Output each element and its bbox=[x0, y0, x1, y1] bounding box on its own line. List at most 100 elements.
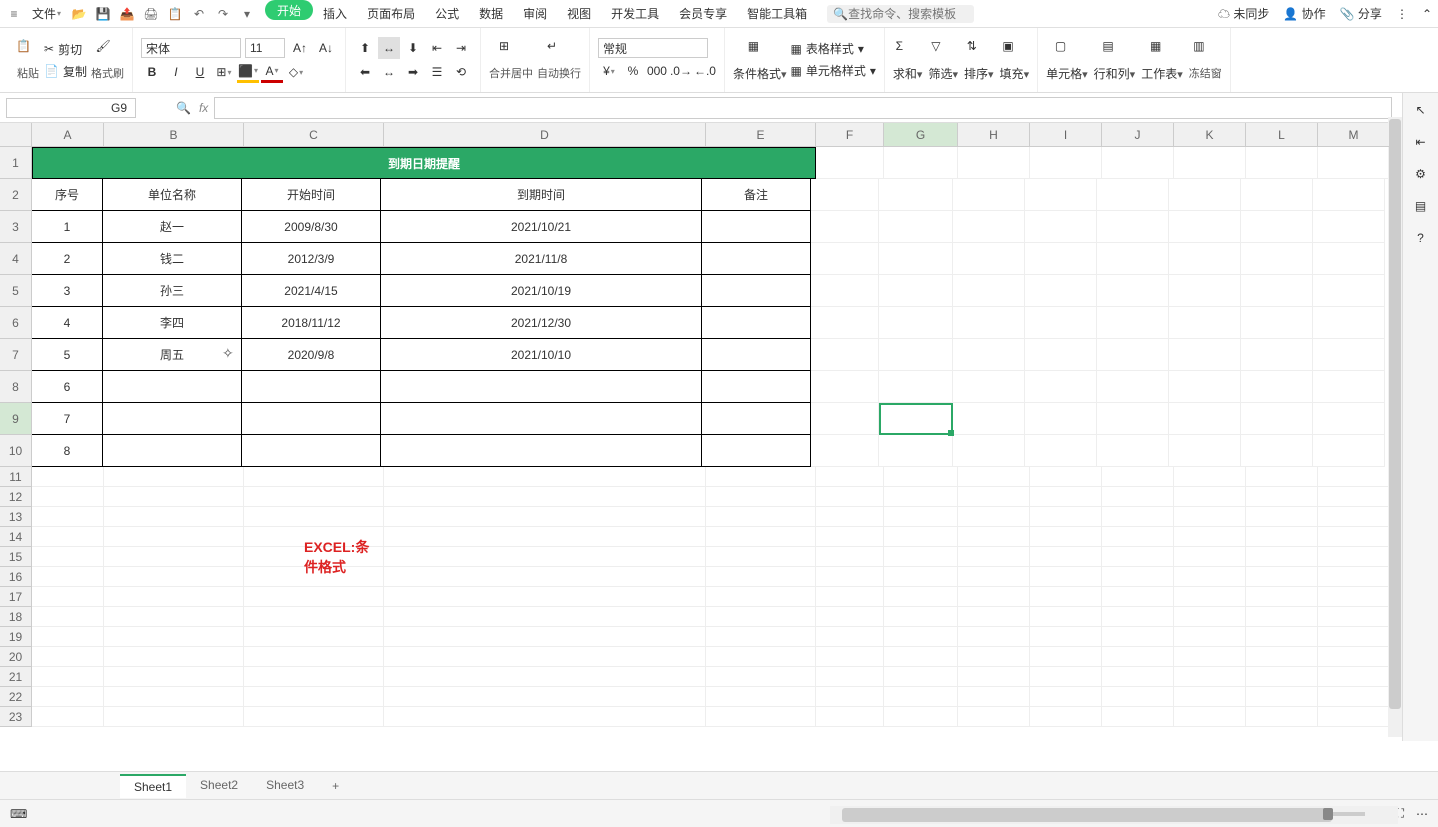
cell[interactable] bbox=[1097, 403, 1169, 435]
copy-button[interactable]: 📄复制 bbox=[44, 61, 87, 81]
cell[interactable] bbox=[953, 339, 1025, 371]
share-button[interactable]: 📎 分享 bbox=[1340, 5, 1382, 22]
row-header-21[interactable]: 21 bbox=[0, 667, 32, 687]
row-header-9[interactable]: 9 bbox=[0, 403, 32, 435]
cell[interactable] bbox=[1030, 147, 1102, 179]
cell[interactable] bbox=[1169, 435, 1241, 467]
row-header-11[interactable]: 11 bbox=[0, 467, 32, 487]
header-2[interactable]: 开始时间 bbox=[241, 178, 381, 211]
clear-format-button[interactable]: ◇▾ bbox=[285, 61, 307, 83]
data-7-3[interactable] bbox=[380, 434, 702, 467]
wrap-text-button[interactable]: ↵自动换行 bbox=[537, 39, 581, 81]
cell[interactable] bbox=[816, 627, 884, 647]
title-cell[interactable]: 到期日期提醒 bbox=[32, 147, 816, 179]
data-0-1[interactable]: 赵一 bbox=[102, 210, 242, 243]
cell[interactable] bbox=[384, 487, 706, 507]
col-header-H[interactable]: H bbox=[958, 123, 1030, 147]
cell[interactable] bbox=[1318, 507, 1390, 527]
cell[interactable] bbox=[879, 371, 953, 403]
cell[interactable] bbox=[384, 607, 706, 627]
panel-props-icon[interactable]: ▤ bbox=[1415, 199, 1426, 213]
cell[interactable] bbox=[384, 567, 706, 587]
sheet-tab-Sheet3[interactable]: Sheet3 bbox=[252, 774, 318, 798]
select-all-corner[interactable] bbox=[0, 123, 32, 147]
cell[interactable] bbox=[958, 467, 1030, 487]
cell[interactable] bbox=[706, 687, 816, 707]
cell[interactable] bbox=[811, 275, 879, 307]
cell[interactable] bbox=[811, 179, 879, 211]
file-menu[interactable]: 文件▾ bbox=[22, 0, 71, 27]
align-middle-icon[interactable]: ↔ bbox=[378, 37, 400, 59]
cell[interactable] bbox=[1097, 243, 1169, 275]
cell[interactable] bbox=[1102, 147, 1174, 179]
conditional-format-button[interactable]: ▦条件格式▾ bbox=[733, 39, 787, 82]
print-icon[interactable]: 🖨 bbox=[143, 6, 159, 22]
cell[interactable] bbox=[32, 567, 104, 587]
menu-会员专享[interactable]: 会员专享 bbox=[669, 0, 737, 27]
align-bottom-icon[interactable]: ⬇ bbox=[402, 37, 424, 59]
cell[interactable] bbox=[1030, 687, 1102, 707]
cell[interactable] bbox=[244, 587, 384, 607]
format-painter-button[interactable]: 🖌格式刷 bbox=[91, 39, 124, 81]
cell[interactable] bbox=[1030, 607, 1102, 627]
cell[interactable] bbox=[384, 687, 706, 707]
input-mode-icon[interactable]: ⌨ bbox=[10, 807, 27, 821]
header-4[interactable]: 备注 bbox=[701, 178, 811, 211]
paste-button[interactable]: 📋粘贴 bbox=[16, 39, 40, 81]
cell[interactable] bbox=[384, 647, 706, 667]
row-header-22[interactable]: 22 bbox=[0, 687, 32, 707]
panel-expand-icon[interactable]: ⇤ bbox=[1415, 135, 1425, 149]
cell[interactable] bbox=[1313, 339, 1385, 371]
cell[interactable] bbox=[1174, 587, 1246, 607]
cell[interactable] bbox=[816, 487, 884, 507]
more-status-icon[interactable]: ⋯ bbox=[1416, 807, 1428, 821]
cell[interactable] bbox=[706, 567, 816, 587]
cell[interactable] bbox=[104, 587, 244, 607]
data-4-4[interactable] bbox=[701, 338, 811, 371]
cell[interactable] bbox=[1318, 667, 1390, 687]
cell[interactable] bbox=[958, 707, 1030, 727]
cell[interactable] bbox=[884, 607, 958, 627]
cell[interactable] bbox=[884, 687, 958, 707]
row-header-5[interactable]: 5 bbox=[0, 275, 32, 307]
cell[interactable] bbox=[1313, 179, 1385, 211]
row-header-4[interactable]: 4 bbox=[0, 243, 32, 275]
cell[interactable] bbox=[244, 607, 384, 627]
row-header-19[interactable]: 19 bbox=[0, 627, 32, 647]
indent-inc-icon[interactable]: ⇥ bbox=[450, 37, 472, 59]
cell[interactable] bbox=[1313, 275, 1385, 307]
cell[interactable] bbox=[1246, 667, 1318, 687]
row-header-15[interactable]: 15 bbox=[0, 547, 32, 567]
panel-settings-icon[interactable]: ⚙ bbox=[1415, 167, 1426, 181]
cell[interactable] bbox=[1097, 371, 1169, 403]
cell[interactable] bbox=[1030, 467, 1102, 487]
cell[interactable] bbox=[1246, 707, 1318, 727]
data-6-1[interactable] bbox=[102, 402, 242, 435]
sort-button[interactable]: ⇅排序▾ bbox=[964, 39, 994, 82]
cell[interactable] bbox=[32, 607, 104, 627]
cell[interactable] bbox=[1030, 507, 1102, 527]
cell[interactable] bbox=[884, 147, 958, 179]
col-header-C[interactable]: C bbox=[244, 123, 384, 147]
row-header-20[interactable]: 20 bbox=[0, 647, 32, 667]
cell[interactable] bbox=[1318, 627, 1390, 647]
add-sheet-button[interactable]: + bbox=[318, 775, 353, 797]
indent-dec-icon[interactable]: ⇤ bbox=[426, 37, 448, 59]
sync-status[interactable]: ☁ 未同步 bbox=[1218, 5, 1269, 22]
cell[interactable] bbox=[1313, 243, 1385, 275]
cell[interactable] bbox=[811, 307, 879, 339]
cell[interactable] bbox=[32, 707, 104, 727]
cut-button[interactable]: ✂剪切 bbox=[44, 39, 87, 59]
bold-button[interactable]: B bbox=[141, 61, 163, 83]
cell[interactable] bbox=[1246, 527, 1318, 547]
col-header-F[interactable]: F bbox=[816, 123, 884, 147]
header-3[interactable]: 到期时间 bbox=[380, 178, 702, 211]
data-0-4[interactable] bbox=[701, 210, 811, 243]
filter-button[interactable]: ▽筛选▾ bbox=[928, 39, 958, 82]
cell[interactable] bbox=[244, 647, 384, 667]
row-header-6[interactable]: 6 bbox=[0, 307, 32, 339]
cell[interactable] bbox=[1025, 211, 1097, 243]
cell[interactable] bbox=[816, 507, 884, 527]
row-header-14[interactable]: 14 bbox=[0, 527, 32, 547]
cell[interactable] bbox=[32, 687, 104, 707]
